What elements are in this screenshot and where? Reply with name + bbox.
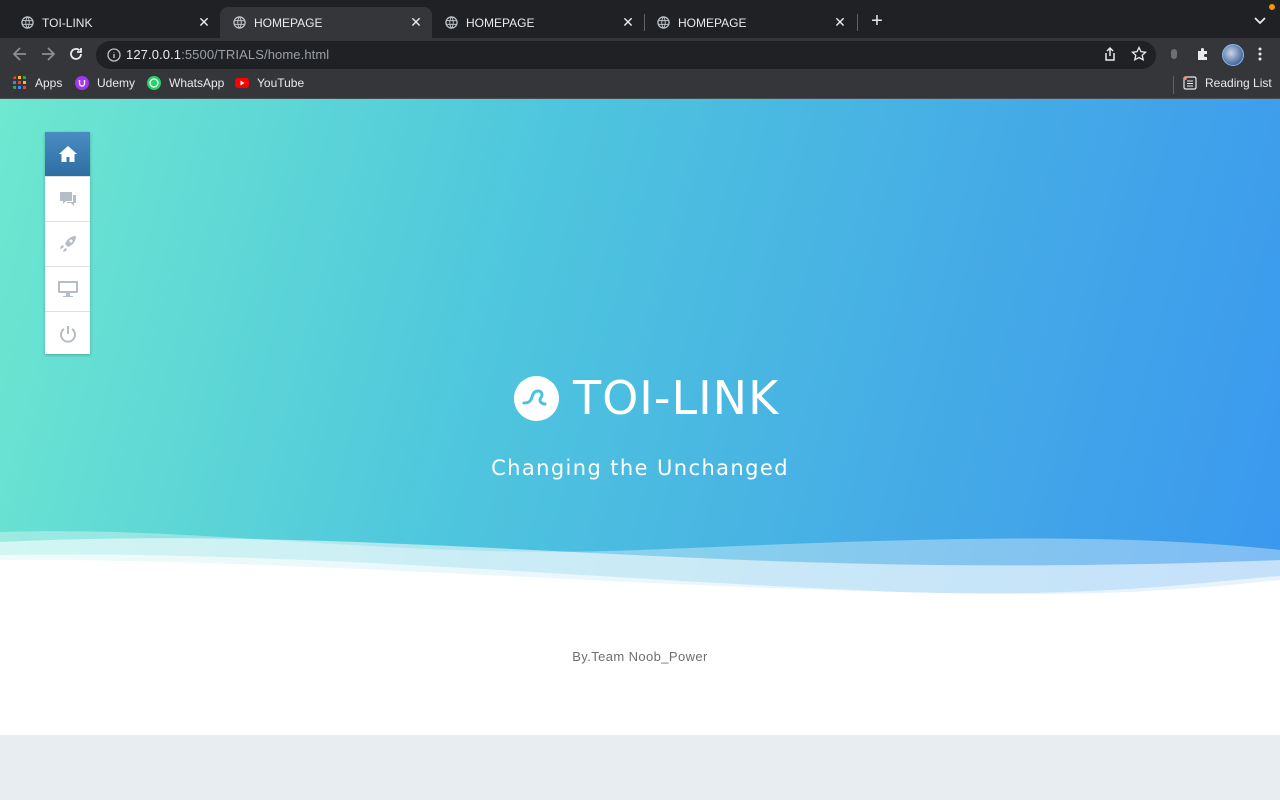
- browser-tab[interactable]: TOI-LINK ✕: [8, 7, 220, 38]
- tab-strip: TOI-LINK ✕ HOMEPAGE ✕ HOMEPAGE ✕ HOMEPAG…: [0, 0, 1280, 38]
- tab-separator: [857, 14, 858, 31]
- tab-title: HOMEPAGE: [466, 15, 535, 30]
- globe-icon: [445, 16, 458, 29]
- tab-title: TOI-LINK: [42, 15, 93, 30]
- reading-list-label: Reading List: [1205, 76, 1272, 90]
- bookmark-udemy[interactable]: Udemy: [75, 76, 135, 90]
- globe-icon: [233, 16, 246, 29]
- side-navigation: [45, 132, 90, 354]
- bookmark-star-icon[interactable]: [1131, 46, 1147, 62]
- nav-display-button[interactable]: [45, 267, 90, 312]
- chat-icon: [59, 192, 76, 206]
- bookmark-label: WhatsApp: [169, 76, 225, 90]
- bookmark-label: YouTube: [257, 76, 305, 90]
- bookmark-youtube[interactable]: YouTube: [235, 76, 304, 90]
- monitor-icon: [57, 281, 78, 297]
- site-info-icon[interactable]: [107, 48, 121, 62]
- update-indicator: [1269, 4, 1275, 10]
- back-arrow-icon[interactable]: [10, 44, 30, 64]
- more-menu-icon[interactable]: [1252, 46, 1268, 62]
- browser-tab[interactable]: HOMEPAGE ✕: [644, 7, 856, 38]
- browser-tab-active[interactable]: HOMEPAGE ✕: [220, 7, 432, 38]
- tagline: Changing the Unchanged: [491, 456, 789, 480]
- bookmark-apps[interactable]: Apps: [13, 76, 62, 90]
- url-path: :5500/TRIALS/home.html: [181, 47, 330, 62]
- new-tab-button[interactable]: +: [867, 11, 887, 31]
- nav-power-button[interactable]: [45, 312, 90, 356]
- reload-icon[interactable]: [66, 44, 86, 64]
- forward-arrow-icon[interactable]: [38, 44, 58, 64]
- share-icon[interactable]: [1102, 46, 1118, 62]
- whatsapp-icon: [147, 76, 161, 90]
- nav-chat-button[interactable]: [45, 177, 90, 222]
- footer-credit: By.Team Noob_Power: [572, 649, 708, 664]
- home-icon: [58, 146, 77, 162]
- close-tab-icon[interactable]: ✕: [832, 14, 848, 31]
- bookmarks-separator: [1173, 76, 1174, 94]
- extension-icon[interactable]: [1166, 46, 1182, 62]
- udemy-icon: [75, 76, 89, 90]
- bookmarks-bar: Apps Udemy WhatsApp YouTube Reading List: [0, 70, 1280, 99]
- close-tab-icon[interactable]: ✕: [196, 14, 212, 31]
- tab-search-chevron-icon[interactable]: [1252, 12, 1268, 28]
- bookmark-whatsapp[interactable]: WhatsApp: [147, 76, 224, 90]
- globe-icon: [21, 16, 34, 29]
- brand-name: TOI-LINK: [573, 371, 780, 425]
- wave-logo-icon: [514, 375, 559, 421]
- address-bar[interactable]: 127.0.0.1:5500/TRIALS/home.html: [96, 41, 1156, 69]
- bookmark-label: Apps: [35, 76, 63, 90]
- youtube-icon: [235, 78, 249, 88]
- hero-waves: [0, 531, 1280, 620]
- bookmark-label: Udemy: [97, 76, 136, 90]
- browser-tab[interactable]: HOMEPAGE ✕: [432, 7, 644, 38]
- reading-list-icon: [1183, 76, 1197, 90]
- puzzle-icon[interactable]: [1195, 46, 1211, 62]
- profile-avatar[interactable]: [1222, 44, 1244, 66]
- nav-rocket-button[interactable]: [45, 222, 90, 267]
- reading-list-button[interactable]: Reading List: [1183, 76, 1272, 90]
- brand-logo: TOI-LINK: [514, 371, 780, 425]
- close-tab-icon[interactable]: ✕: [620, 14, 636, 31]
- tab-title: HOMEPAGE: [678, 15, 747, 30]
- browser-toolbar: 127.0.0.1:5500/TRIALS/home.html: [0, 38, 1280, 70]
- url-text: 127.0.0.1:5500/TRIALS/home.html: [126, 47, 329, 62]
- tab-title: HOMEPAGE: [254, 15, 323, 30]
- globe-icon: [657, 16, 670, 29]
- apps-grid-icon: [13, 76, 26, 89]
- url-host: 127.0.0.1: [126, 47, 182, 62]
- power-icon: [59, 326, 76, 343]
- nav-home-button[interactable]: [45, 132, 90, 177]
- close-tab-icon[interactable]: ✕: [408, 14, 424, 31]
- rocket-icon: [59, 236, 76, 252]
